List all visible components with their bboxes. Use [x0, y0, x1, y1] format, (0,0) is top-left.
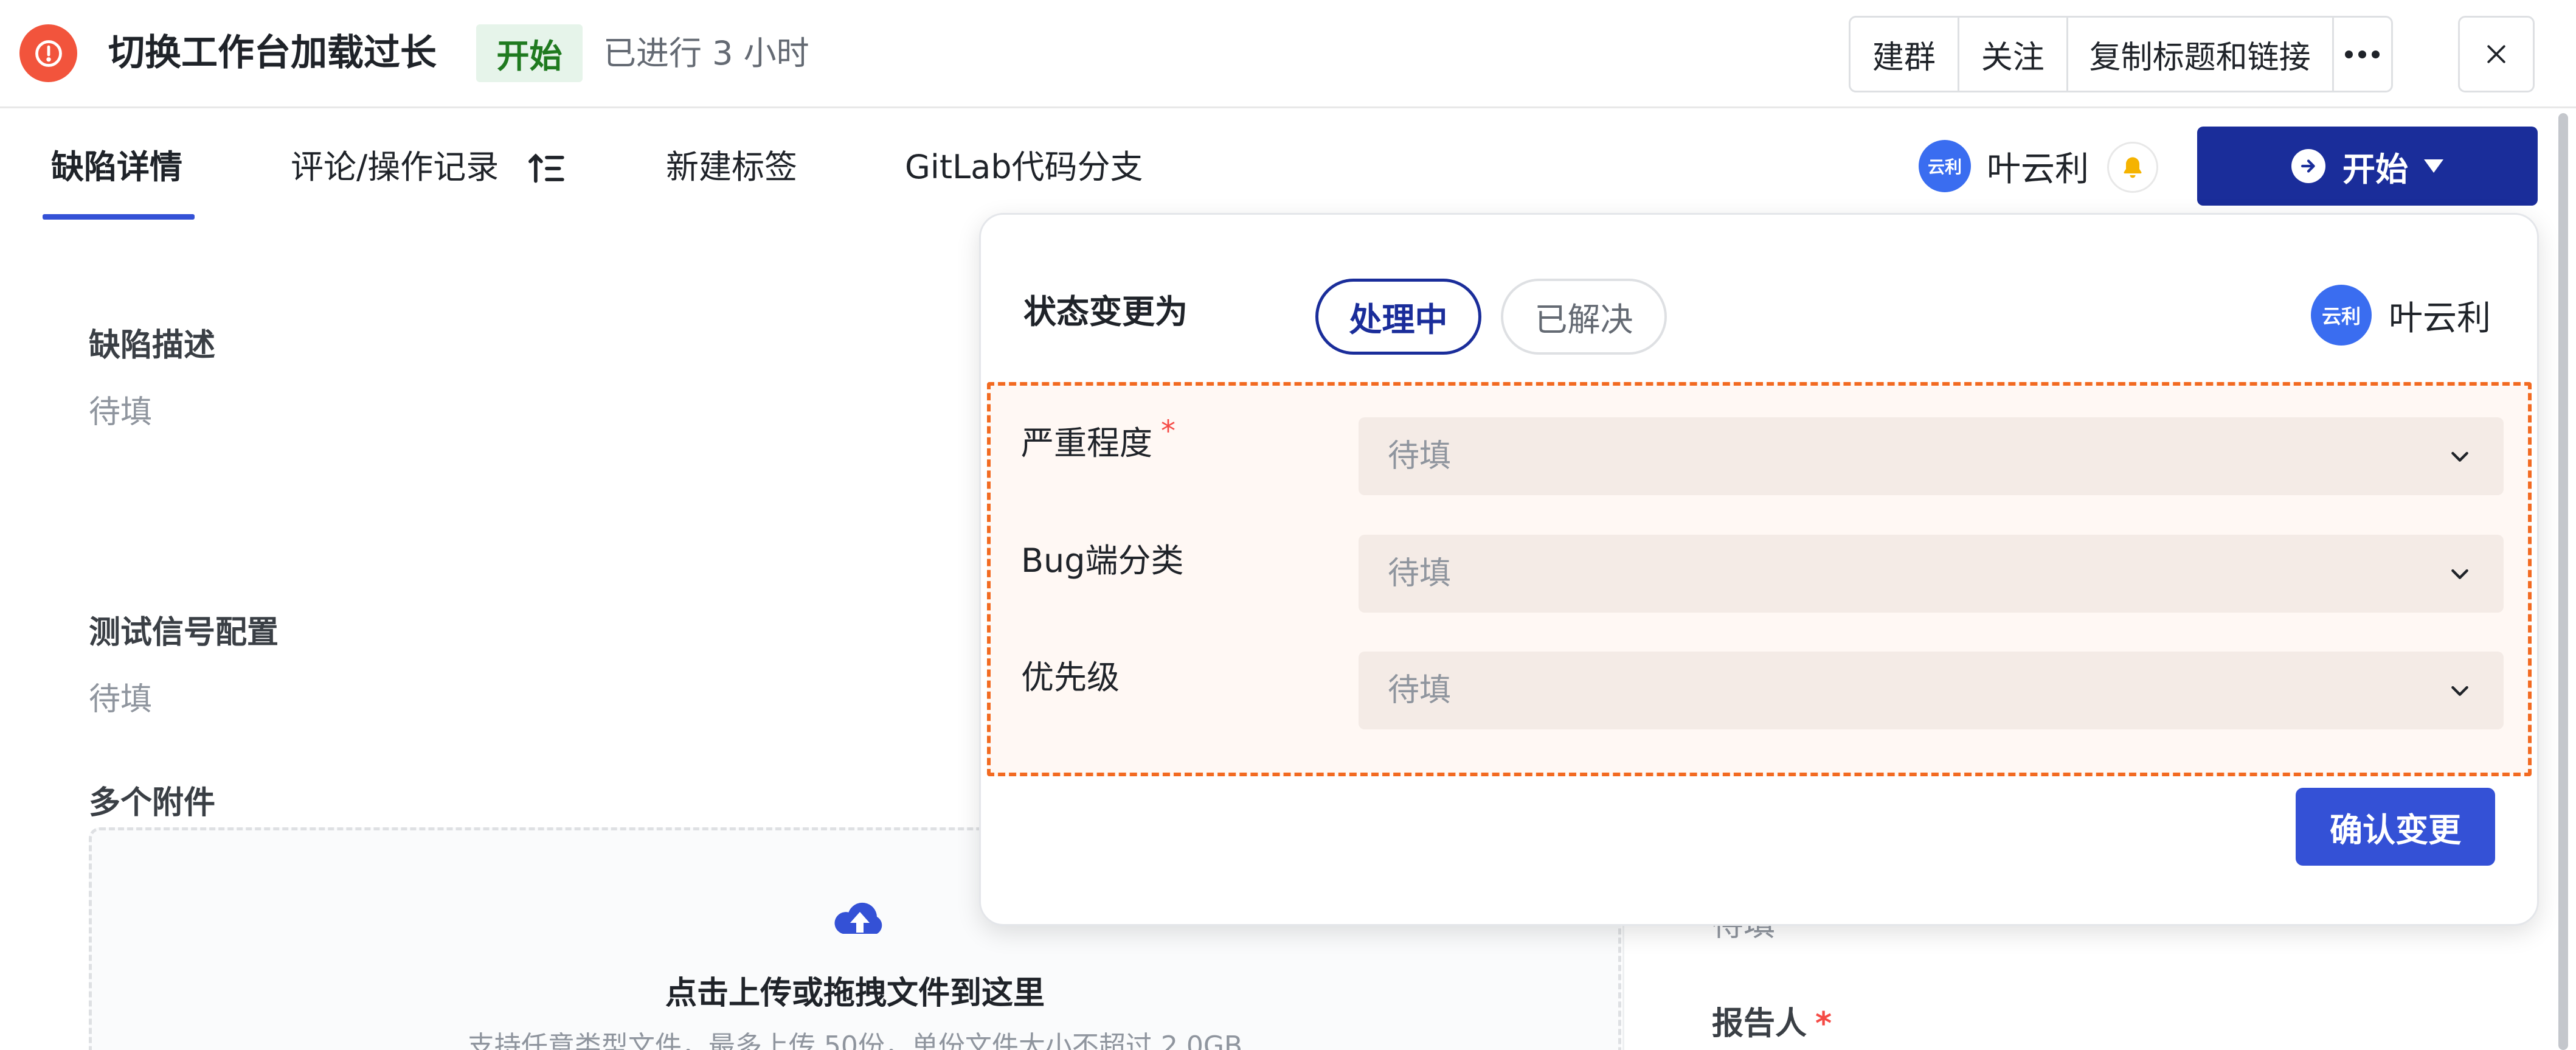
description-value[interactable]: 待填	[89, 386, 152, 432]
status-option-processing[interactable]: 处理中	[1315, 279, 1481, 355]
start-workflow-button[interactable]: 开始	[2197, 127, 2538, 206]
more-icon	[2345, 50, 2380, 58]
close-icon	[2487, 45, 2505, 63]
cloud-upload-icon	[834, 902, 882, 934]
elapsed-time: 已进行 3 小时	[603, 34, 809, 72]
severity-label: 严重程度 *	[1021, 414, 1175, 462]
alert-icon	[19, 24, 77, 82]
caret-down-icon	[2424, 159, 2443, 173]
page-title: 切换工作台加载过长	[108, 32, 437, 74]
tab-comments-log[interactable]: 评论/操作记录	[291, 146, 499, 189]
avatar: 云利	[2311, 285, 2372, 346]
reporter-label: 报告人 *	[1712, 1006, 1832, 1042]
close-button[interactable]	[2458, 16, 2535, 92]
status-change-popover: 状态变更为 处理中 已解决 云利 叶云利 严重程度 * 待填 Bug端分类 待填 …	[979, 213, 2539, 926]
copy-title-link-button[interactable]: 复制标题和链接	[2068, 18, 2334, 91]
bug-category-label: Bug端分类	[1021, 541, 1184, 580]
priority-label: 优先级	[1021, 658, 1120, 697]
arrow-right-icon	[2291, 149, 2325, 183]
required-fields-area: 严重程度 * 待填 Bug端分类 待填 优先级 待填	[987, 382, 2532, 776]
notification-button[interactable]	[2107, 142, 2158, 193]
upload-hint: 支持任意类型文件，最多上传 50份，单份文件大小不超过 2.0GB	[467, 1031, 1243, 1050]
header-action-group: 建群 关注 复制标题和链接	[1849, 16, 2393, 92]
priority-select[interactable]: 待填	[1359, 652, 2504, 729]
severity-select[interactable]: 待填	[1359, 417, 2504, 495]
active-tab-indicator	[43, 214, 195, 220]
sort-icon[interactable]	[528, 150, 566, 187]
follow-button[interactable]: 关注	[1959, 18, 2068, 91]
upload-title: 点击上传或拖拽文件到这里	[665, 975, 1045, 1012]
scrollbar[interactable]	[2558, 113, 2568, 1050]
bug-category-placeholder: 待填	[1388, 555, 1452, 592]
required-mark: *	[1161, 414, 1175, 448]
status-option-resolved[interactable]: 已解决	[1501, 279, 1667, 355]
assignee-name: 叶云利	[1987, 149, 2089, 189]
priority-placeholder: 待填	[1388, 672, 1452, 709]
assignee-chip[interactable]: 云利 叶云利	[1919, 140, 2089, 192]
start-button-label: 开始	[2342, 150, 2408, 189]
avatar: 云利	[1919, 140, 1971, 192]
more-button[interactable]	[2334, 18, 2391, 91]
chevron-down-icon	[2451, 569, 2468, 579]
bell-icon	[2124, 157, 2142, 178]
signal-config-label: 测试信号配置	[89, 614, 279, 651]
status-change-label: 状态变更为	[1023, 293, 1188, 331]
severity-placeholder: 待填	[1388, 438, 1452, 475]
confirm-change-button[interactable]: 确认变更	[2296, 788, 2495, 866]
popover-assignee-name: 叶云利	[2389, 298, 2491, 338]
attachments-label: 多个附件	[89, 785, 216, 821]
tab-bug-details[interactable]: 缺陷详情	[51, 146, 182, 189]
required-mark: *	[1815, 1006, 1832, 1042]
bug-category-select[interactable]: 待填	[1359, 535, 2504, 613]
tab-gitlab-branch[interactable]: GitLab代码分支	[905, 146, 1143, 189]
chevron-down-icon	[2451, 686, 2468, 696]
chevron-down-icon	[2451, 451, 2468, 462]
status-badge: 开始	[476, 24, 583, 82]
description-label: 缺陷描述	[89, 327, 216, 364]
header: 切换工作台加载过长 开始 已进行 3 小时 建群 关注 复制标题和链接	[0, 0, 2576, 108]
signal-config-value[interactable]: 待填	[89, 673, 152, 719]
popover-assignee-chip[interactable]: 云利 叶云利	[2311, 285, 2491, 346]
create-group-button[interactable]: 建群	[1851, 18, 1959, 91]
tab-new-label[interactable]: 新建标签	[666, 146, 797, 189]
